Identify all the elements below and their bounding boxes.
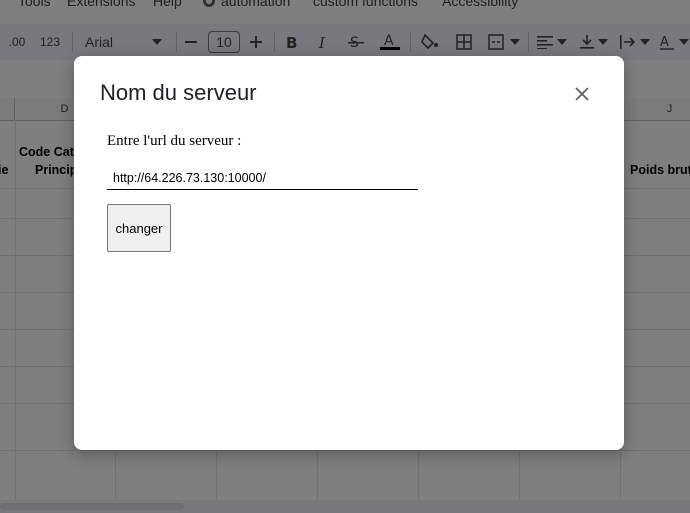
change-button[interactable]: changer <box>107 204 171 252</box>
server-url-label: Entre l'url du serveur : <box>107 133 242 149</box>
close-icon <box>575 87 589 101</box>
close-button[interactable] <box>570 82 594 106</box>
server-url-input[interactable] <box>107 166 418 190</box>
server-name-dialog: Nom du serveur Entre l'url du serveur : … <box>74 56 624 450</box>
dialog-title: Nom du serveur <box>100 80 257 105</box>
